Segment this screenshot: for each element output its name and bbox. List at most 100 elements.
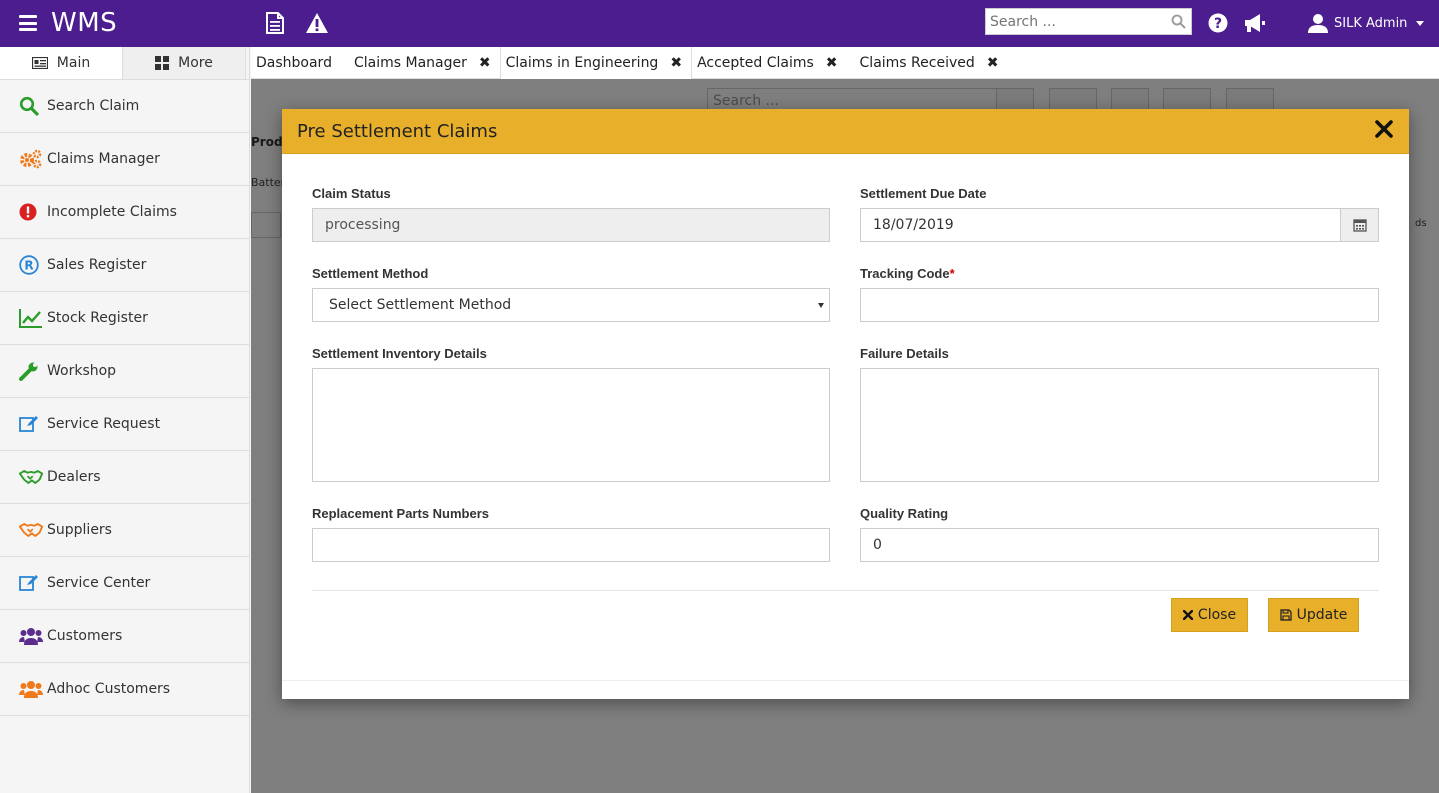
settlement-inventory-textarea[interactable] [312, 368, 830, 482]
user-menu[interactable]: SILK Admin [1308, 13, 1425, 33]
settlement-inventory-label: Settlement Inventory Details [312, 346, 487, 361]
sidebar-tab-main[interactable]: Main [0, 47, 123, 79]
sidebar-item-sales-register[interactable]: R Sales Register [0, 239, 249, 292]
sidebar-tabs: Main More [0, 47, 249, 80]
sidebar-item-label: Stock Register [47, 310, 148, 326]
user-name: SILK Admin [1334, 15, 1408, 31]
save-icon [1279, 609, 1292, 621]
quality-rating-label: Quality Rating [860, 506, 949, 521]
megaphone-icon[interactable] [1243, 13, 1267, 37]
sidebar-item-label: Incomplete Claims [47, 204, 177, 220]
times-icon [1182, 610, 1193, 620]
id-card-icon [31, 57, 48, 69]
sidebar-item-stock-register[interactable]: Stock Register [0, 292, 249, 345]
tab-label: Accepted Claims [697, 55, 814, 71]
sidebar-item-label: Sales Register [47, 257, 147, 273]
modal-header: Pre Settlement Claims [282, 109, 1409, 154]
sidebar-item-label: Claims Manager [47, 151, 160, 167]
failure-details-label: Failure Details [860, 346, 949, 361]
tab-label: Claims in Engineering [505, 55, 659, 71]
tab-label: Claims Received [859, 55, 975, 71]
tracking-code-input[interactable] [860, 288, 1379, 322]
tracking-code-label-text: Tracking Code [860, 266, 950, 281]
wrench-icon [19, 361, 43, 381]
pre-settlement-modal: Pre Settlement Claims Claim Status proce… [282, 109, 1409, 699]
sidebar-item-label: Suppliers [47, 522, 112, 538]
close-icon[interactable] [1374, 119, 1394, 143]
sidebar-item-dealers[interactable]: Dealers [0, 451, 249, 504]
grid-icon [155, 56, 170, 70]
divider [312, 590, 1379, 591]
sidebar-item-incomplete-claims[interactable]: Incomplete Claims [0, 186, 249, 239]
sidebar-item-claims-manager[interactable]: Claims Manager [0, 133, 249, 186]
sidebar-item-suppliers[interactable]: Suppliers [0, 504, 249, 557]
close-button[interactable]: Close [1171, 598, 1248, 632]
edit-icon [19, 415, 43, 433]
sidebar-tab-more-label: More [178, 55, 213, 71]
close-icon[interactable]: ✖ [479, 55, 491, 71]
tab-accepted-claims[interactable]: Accepted Claims ✖ [692, 47, 846, 79]
help-icon[interactable]: ? [1208, 13, 1228, 37]
svg-text:R: R [24, 259, 33, 273]
sidebar-item-label: Service Center [47, 575, 151, 591]
chevron-down-icon [1416, 20, 1425, 26]
modal-title: Pre Settlement Claims [297, 120, 498, 142]
settlement-method-value: Select Settlement Method [329, 297, 512, 313]
svg-text:?: ? [1214, 16, 1222, 32]
line-chart-icon [19, 308, 43, 328]
sidebar-item-label: Search Claim [47, 98, 140, 114]
handshake-icon [19, 521, 43, 539]
search-icon[interactable] [1171, 14, 1186, 33]
tab-claims-manager[interactable]: Claims Manager ✖ [337, 47, 500, 79]
users-icon [19, 680, 43, 698]
app-title: WMS [51, 8, 118, 38]
settlement-due-date-field[interactable]: 18/07/2019 [860, 208, 1379, 242]
replacement-parts-label: Replacement Parts Numbers [312, 506, 490, 521]
calendar-icon[interactable] [1340, 209, 1378, 241]
sidebar-item-label: Adhoc Customers [47, 681, 171, 697]
tab-claims-in-engineering[interactable]: Claims in Engineering ✖ [499, 47, 693, 79]
tab-label: Claims Manager [353, 55, 467, 71]
required-marker: * [949, 266, 955, 281]
warning-icon[interactable] [305, 12, 329, 38]
modal-footer-divider [282, 680, 1409, 681]
sidebar-tab-more[interactable]: More [123, 47, 246, 79]
sidebar-item-service-center[interactable]: Service Center [0, 557, 249, 610]
global-search-input[interactable] [986, 9, 1166, 34]
handshake-icon [19, 468, 43, 486]
sidebar-item-label: Workshop [47, 363, 117, 379]
close-button-label: Close [1197, 607, 1237, 623]
hamburger-menu-icon[interactable] [19, 15, 37, 31]
failure-details-textarea[interactable] [860, 368, 1379, 482]
user-icon [1308, 14, 1328, 33]
tab-label: Dashboard [256, 55, 332, 71]
claim-status-label: Claim Status [312, 186, 391, 201]
tab-dashboard[interactable]: Dashboard [251, 47, 337, 79]
registered-icon: R [19, 255, 43, 275]
search-icon [19, 96, 43, 116]
sidebar-item-search-claim[interactable]: Search Claim [0, 80, 249, 133]
sidebar-item-service-request[interactable]: Service Request [0, 398, 249, 451]
tab-claims-received[interactable]: Claims Received ✖ [847, 47, 1008, 79]
users-icon [19, 627, 43, 645]
claim-status-field: processing [312, 208, 830, 242]
sidebar-item-customers[interactable]: Customers [0, 610, 249, 663]
sidebar-item-workshop[interactable]: Workshop [0, 345, 249, 398]
sidebar-item-label: Service Request [47, 416, 161, 432]
document-icon[interactable] [265, 12, 285, 38]
edit-icon [19, 574, 43, 592]
update-button[interactable]: Update [1268, 598, 1359, 632]
settlement-due-date-value: 18/07/2019 [873, 217, 954, 233]
settlement-method-select[interactable]: Select Settlement Method [312, 288, 830, 322]
sidebar: Main More Search Claim Claims Manager In… [0, 47, 250, 793]
sidebar-tab-main-label: Main [56, 55, 91, 71]
close-icon[interactable]: ✖ [826, 55, 838, 71]
cogs-icon [19, 149, 43, 169]
close-icon[interactable]: ✖ [670, 55, 682, 71]
close-icon[interactable]: ✖ [987, 55, 999, 71]
replacement-parts-input[interactable] [312, 528, 830, 562]
settlement-due-date-label: Settlement Due Date [860, 186, 987, 201]
quality-rating-input[interactable]: 0 [860, 528, 1379, 562]
tracking-code-label: Tracking Code* [860, 266, 955, 281]
sidebar-item-adhoc-customers[interactable]: Adhoc Customers [0, 663, 249, 716]
